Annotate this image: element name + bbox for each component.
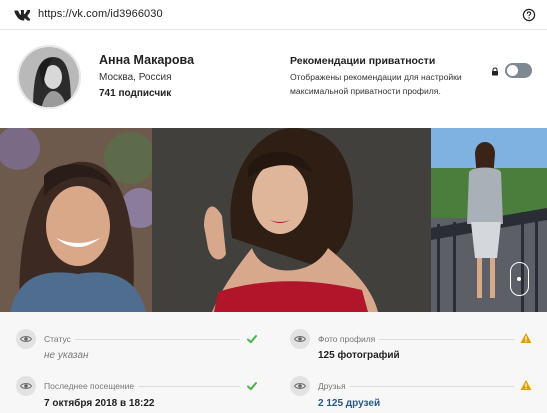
lock-icon [492, 67, 498, 76]
profile-city: Москва, Россия [99, 72, 172, 83]
eye-icon[interactable] [16, 376, 36, 396]
avatar-image [19, 47, 79, 107]
warning-icon [520, 333, 532, 343]
privacy-title: Рекомендации приватности [290, 55, 436, 67]
eye-icon[interactable] [290, 376, 310, 396]
toggle-knob [507, 65, 518, 76]
url-text[interactable]: https://vk.com/id3966030 [38, 8, 163, 20]
photos-value[interactable]: 125 фотографий [318, 350, 400, 361]
check-icon [247, 382, 257, 391]
privacy-toggle[interactable] [505, 63, 532, 78]
photos-label: Фото профиля [318, 334, 380, 344]
avatar[interactable] [17, 45, 81, 109]
eye-icon[interactable] [290, 329, 310, 349]
profile-name[interactable]: Анна Макарова [99, 53, 194, 67]
photo-1[interactable] [0, 128, 152, 312]
address-bar[interactable]: https://vk.com/id3966030 [0, 0, 547, 30]
warning-icon [520, 380, 532, 390]
friends-label: Друзья [318, 381, 350, 391]
scroll-indicator[interactable] [510, 262, 529, 296]
privacy-description: Отображены рекомендации для настройки ма… [290, 72, 462, 96]
subscribers-count[interactable]: 741 подписчик [99, 88, 171, 99]
last-seen-label: Последнее посещение [44, 381, 139, 391]
last-seen-value: 7 октября 2018 в 18:22 [44, 398, 155, 409]
help-circle-icon[interactable] [522, 8, 536, 22]
vk-logo-icon[interactable] [14, 9, 30, 21]
eye-icon[interactable] [16, 329, 36, 349]
status-value: не указан [44, 350, 89, 361]
check-icon [247, 335, 257, 344]
photo-2[interactable] [152, 128, 431, 312]
photo-3[interactable] [431, 128, 547, 312]
scroll-dot [517, 277, 521, 281]
photo-strip [0, 128, 547, 312]
status-label: Статус [44, 334, 75, 344]
friends-value[interactable]: 2 125 друзей [318, 398, 380, 409]
